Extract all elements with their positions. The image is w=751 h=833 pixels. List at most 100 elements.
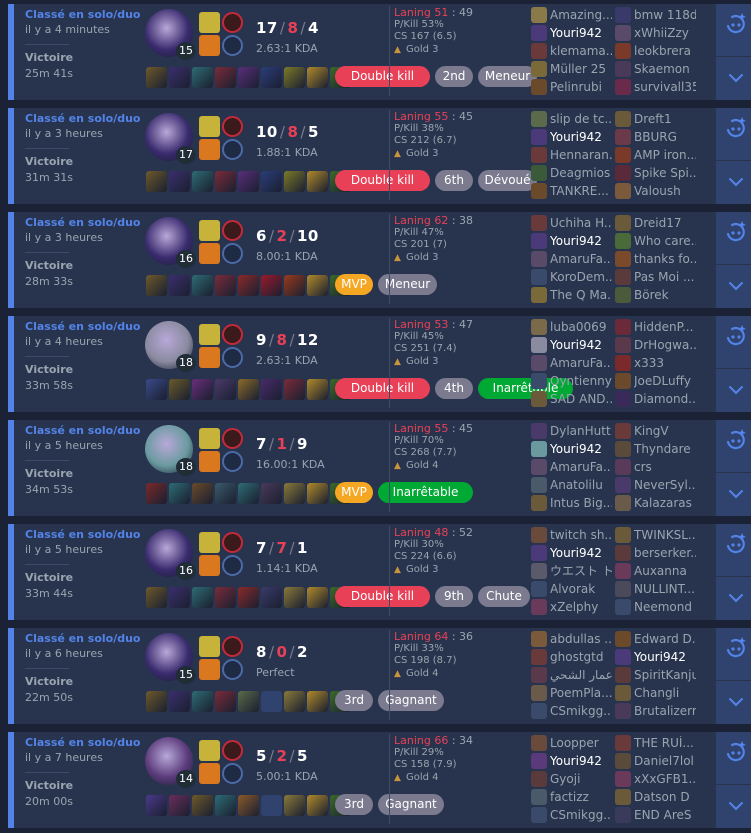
item-icon[interactable] <box>284 67 305 88</box>
player-row[interactable]: Hennaran... <box>531 146 613 164</box>
player-name[interactable]: thanks fo... <box>634 252 696 266</box>
player-name[interactable]: Oyntienny <box>550 374 612 388</box>
item-icon[interactable] <box>169 691 190 712</box>
player-row[interactable]: Spike Spi... <box>615 164 697 182</box>
player-row[interactable]: SAD AND... <box>531 390 613 408</box>
ward-item-icon[interactable] <box>307 275 328 296</box>
player-name[interactable]: bmw 118d <box>634 8 696 22</box>
item-icon[interactable] <box>261 379 282 400</box>
player-name[interactable]: ウエスト ト... <box>550 564 612 578</box>
player-row[interactable]: twitch sh... <box>531 526 613 544</box>
player-row[interactable]: PoemPla... <box>531 684 613 702</box>
player-row[interactable]: luba0069 <box>531 318 613 336</box>
player-row[interactable]: survivall35 <box>615 78 697 96</box>
player-row[interactable]: Oyntienny <box>531 372 613 390</box>
player-row[interactable]: Uchiha H... <box>531 214 613 232</box>
match-card[interactable]: Classé en solo/duo il y a 3 heures Victo… <box>8 212 751 308</box>
player-row[interactable]: DylanHutt <box>531 422 613 440</box>
player-row[interactable]: Youri942 <box>531 440 613 458</box>
player-row[interactable]: abdullas ... <box>531 630 613 648</box>
player-name[interactable]: Youri942 <box>550 26 612 40</box>
player-name[interactable]: luba0069 <box>550 320 612 334</box>
item-icon[interactable] <box>169 379 190 400</box>
match-detail-button[interactable] <box>716 524 751 564</box>
match-card[interactable]: Classé en solo/duo il y a 5 heures Victo… <box>8 524 751 620</box>
player-name[interactable]: Alvorak <box>550 582 612 596</box>
player-row[interactable]: Datson D <box>615 788 697 806</box>
item-icon[interactable] <box>146 171 167 192</box>
player-name[interactable]: KingV <box>634 424 696 438</box>
match-card[interactable]: Classé en solo/duo il y a 7 heures Victo… <box>8 732 751 828</box>
item-icon[interactable] <box>146 691 167 712</box>
player-row[interactable]: Skaemon <box>615 60 697 78</box>
expand-button[interactable] <box>716 784 751 828</box>
player-name[interactable]: slip de tc... <box>550 112 612 126</box>
player-row[interactable]: berserker... <box>615 544 697 562</box>
player-name[interactable]: عمار الشحي <box>550 668 612 682</box>
item-icon[interactable] <box>261 275 282 296</box>
player-name[interactable]: DylanHutt <box>550 424 612 438</box>
player-name[interactable]: NULLINT... <box>634 582 696 596</box>
player-name[interactable]: Brutalizerrr <box>634 704 696 718</box>
player-name[interactable]: xXxGFB1... <box>634 772 696 786</box>
player-row[interactable]: KingV <box>615 422 697 440</box>
player-row[interactable]: leokbrera <box>615 42 697 60</box>
item-icon[interactable] <box>146 275 167 296</box>
item-icon[interactable] <box>238 795 259 816</box>
item-icon[interactable] <box>215 379 236 400</box>
player-name[interactable]: Daniel7lol <box>634 754 696 768</box>
item-icon[interactable] <box>215 171 236 192</box>
player-name[interactable]: Uchiha H... <box>550 216 612 230</box>
item-icon[interactable] <box>215 275 236 296</box>
player-name[interactable]: TWINKSL... <box>634 528 696 542</box>
player-name[interactable]: Youri942 <box>550 234 612 248</box>
player-row[interactable]: ghostgtd <box>531 648 613 666</box>
item-icon[interactable] <box>192 275 213 296</box>
player-name[interactable]: Hennaran... <box>550 148 612 162</box>
player-row[interactable]: Changli <box>615 684 697 702</box>
player-row[interactable]: Deagmios <box>531 164 613 182</box>
item-icon[interactable] <box>215 483 236 504</box>
player-row[interactable]: CSmikgg... <box>531 806 613 824</box>
player-row[interactable]: thanks fo... <box>615 250 697 268</box>
player-name[interactable]: Youri942 <box>550 442 612 456</box>
expand-button[interactable] <box>716 56 751 100</box>
player-row[interactable]: Youri942 <box>531 336 613 354</box>
player-name[interactable]: crs <box>634 460 696 474</box>
player-name[interactable]: Who care... <box>634 234 696 248</box>
player-name[interactable]: abdullas ... <box>550 632 612 646</box>
player-row[interactable]: Youri942 <box>531 752 613 770</box>
player-row[interactable]: Edward D... <box>615 630 697 648</box>
item-icon[interactable] <box>146 379 167 400</box>
player-row[interactable]: Anatolilu <box>531 476 613 494</box>
player-name[interactable]: Müller 25 <box>550 62 612 76</box>
item-icon[interactable] <box>146 795 167 816</box>
player-row[interactable]: Pelinrubi <box>531 78 613 96</box>
player-name[interactable]: KoroDem... <box>550 270 612 284</box>
match-card[interactable]: Classé en solo/duo il y a 5 heures Victo… <box>8 420 751 516</box>
player-row[interactable]: Dreid17 <box>615 214 697 232</box>
expand-button[interactable] <box>716 264 751 308</box>
player-name[interactable]: Kalazaras <box>634 496 696 510</box>
player-name[interactable]: Börek <box>634 288 696 302</box>
expand-button[interactable] <box>716 160 751 204</box>
item-icon[interactable] <box>284 587 305 608</box>
item-icon[interactable] <box>284 379 305 400</box>
player-row[interactable]: ウエスト ト... <box>531 562 613 580</box>
player-row[interactable]: Diamond... <box>615 390 697 408</box>
player-row[interactable]: Gyoji <box>531 770 613 788</box>
player-row[interactable]: DrHogwa... <box>615 336 697 354</box>
match-card[interactable]: Classé en solo/duo il y a 4 heures Victo… <box>8 316 751 412</box>
item-icon[interactable] <box>238 483 259 504</box>
player-row[interactable]: AMP iron... <box>615 146 697 164</box>
player-row[interactable]: bmw 118d <box>615 6 697 24</box>
item-icon[interactable] <box>238 275 259 296</box>
player-row[interactable]: JoeDLuffy <box>615 372 697 390</box>
item-icon[interactable] <box>192 795 213 816</box>
empty-item-slot[interactable] <box>261 795 282 816</box>
ward-item-icon[interactable] <box>307 67 328 88</box>
item-icon[interactable] <box>169 275 190 296</box>
match-detail-button[interactable] <box>716 420 751 460</box>
player-row[interactable]: Intus Big... <box>531 494 613 512</box>
player-name[interactable]: Dreid17 <box>634 216 696 230</box>
